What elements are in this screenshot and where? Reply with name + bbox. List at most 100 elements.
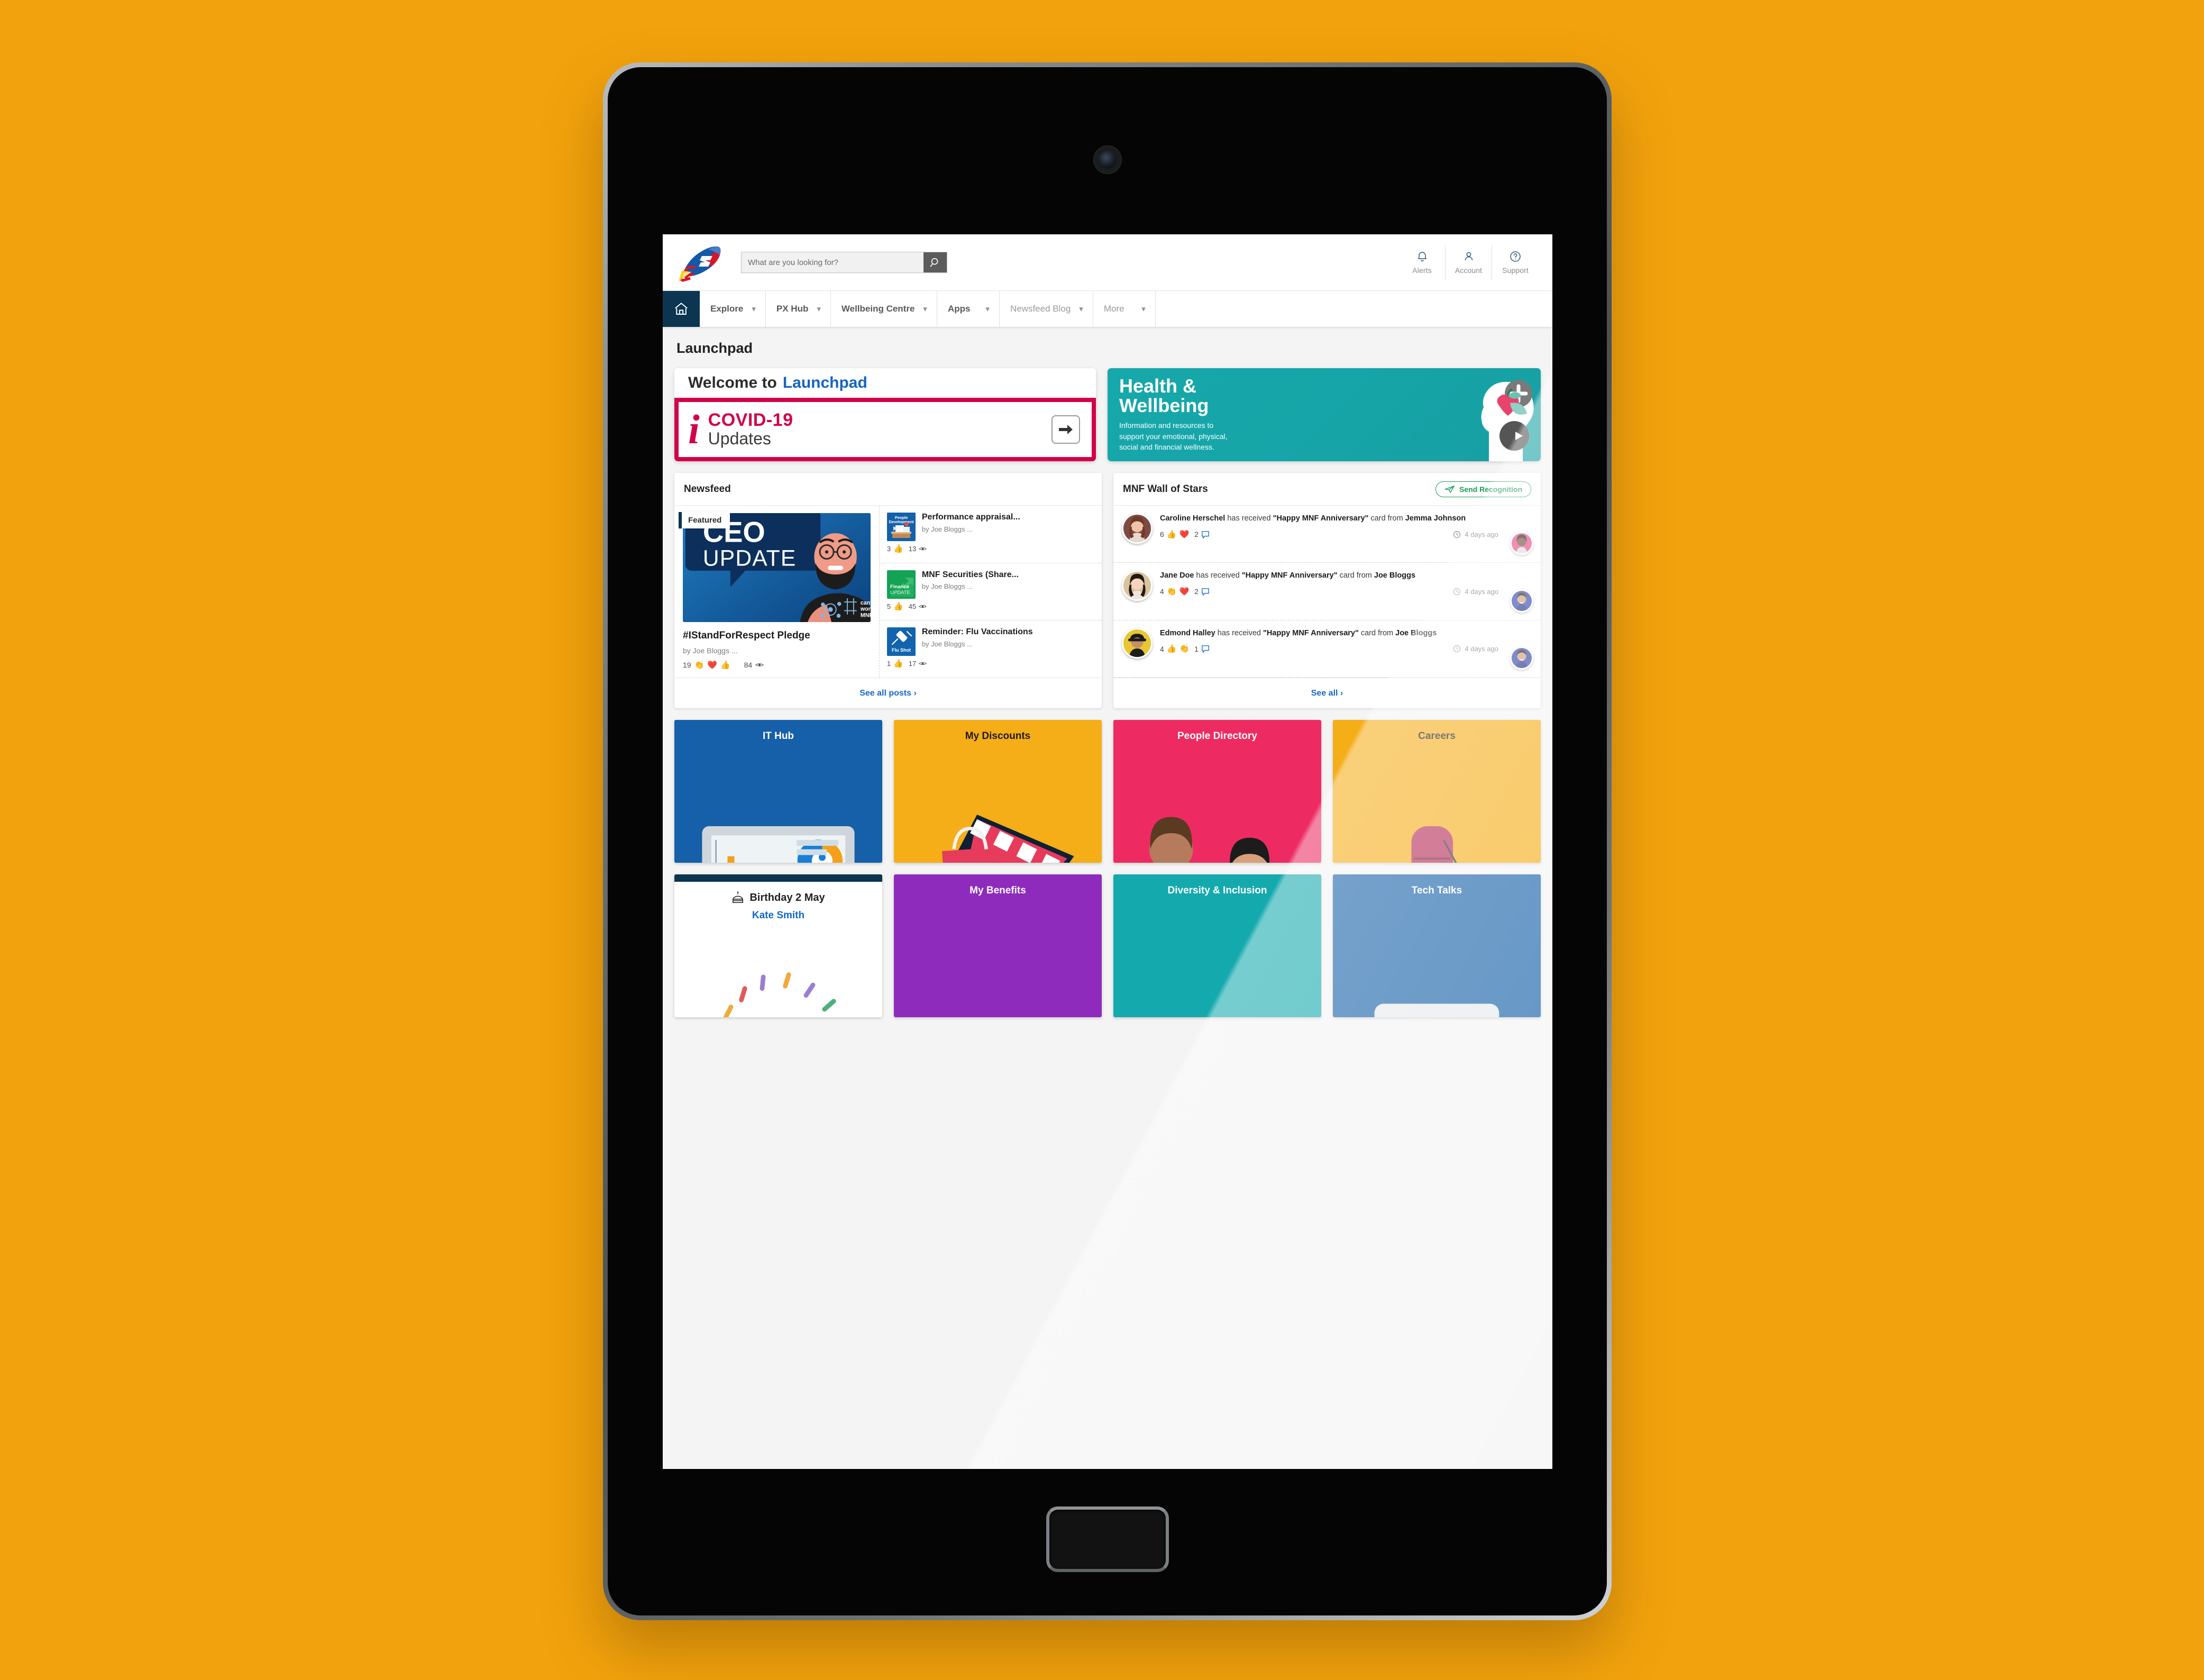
- avatar-sender: [1510, 646, 1533, 670]
- list-item-title: MNF Securities (Share...: [921, 570, 1019, 579]
- nav-item-explore[interactable]: Explore ▾: [700, 291, 766, 327]
- tile-people-directory[interactable]: People Directory: [1113, 720, 1321, 863]
- tile-careers[interactable]: Careers: [1333, 720, 1541, 863]
- wall-of-stars-row[interactable]: Edmond Halley has received "Happy MNF An…: [1113, 620, 1541, 678]
- nav-item-wellbeing-centre[interactable]: Wellbeing Centre ▾: [831, 291, 937, 327]
- wall-of-stars-row[interactable]: Jane Doe has received "Happy MNF Anniver…: [1113, 563, 1541, 620]
- tile-diversity-inclusion[interactable]: Diversity & Inclusion: [1113, 874, 1321, 1018]
- nav-item-label: More: [1103, 304, 1124, 314]
- featured-badge: Featured: [679, 512, 730, 528]
- search-button[interactable]: [923, 252, 947, 272]
- list-item-author: by Joe Bloggs ...: [921, 582, 973, 591]
- search-input[interactable]: [742, 252, 923, 272]
- wall-of-stars-header: MNF Wall of Stars Send Recognition: [1113, 473, 1541, 506]
- nav-home-button[interactable]: [663, 291, 700, 327]
- page-content: Launchpad Welcome to Launchpad i COVID-1…: [663, 327, 1552, 1018]
- tile-label: My Benefits: [970, 885, 1026, 897]
- list-item-author: by Joe Bloggs ...: [921, 525, 973, 533]
- eye-icon: [755, 663, 764, 666]
- comment-bubble-icon: [1202, 531, 1209, 538]
- covid-subtitle: Updates: [708, 429, 771, 449]
- covid-arrow-button[interactable]: [1051, 415, 1080, 444]
- comment-bubble-icon: [1202, 645, 1209, 653]
- chevron-down-icon: ▾: [923, 305, 927, 314]
- wall-of-stars-title: MNF Wall of Stars: [1123, 483, 1208, 495]
- list-item-meta: 1 👍 17: [887, 660, 1094, 668]
- search-bar[interactable]: [741, 252, 947, 273]
- sender-name: Joe Bloggs: [1395, 628, 1437, 637]
- nav-item-more[interactable]: More ▾: [1093, 291, 1156, 327]
- nav-item-apps[interactable]: Apps ▾: [937, 291, 1000, 327]
- info-italic-i-icon: i: [688, 406, 700, 452]
- welcome-strip: Welcome to Launchpad: [674, 368, 1096, 398]
- header-action-account[interactable]: Account: [1446, 245, 1492, 280]
- tablet-home-button[interactable]: [1046, 1506, 1169, 1572]
- featured-post-author: by Joe Bloggs ...: [683, 646, 738, 655]
- nav-item-newsfeed-blog[interactable]: Newsfeed Blog ▾: [1000, 291, 1093, 327]
- timestamp-label: 4 days ago: [1465, 645, 1498, 653]
- wall-of-stars-row-meta: 4 👏 ❤️ 2 4 days ago: [1160, 587, 1532, 596]
- tile-label: People Directory: [1177, 731, 1257, 742]
- tile-label: Careers: [1418, 731, 1456, 742]
- heart-emoji-icon: ❤️: [1179, 587, 1190, 596]
- newsfeed-see-all-link[interactable]: See all posts ›: [674, 678, 1102, 708]
- send-recognition-button[interactable]: Send Recognition: [1435, 481, 1531, 497]
- svg-text:UPDATE: UPDATE: [890, 590, 910, 596]
- wall-of-stars-panel: MNF Wall of Stars Send Recognition Carol…: [1113, 473, 1541, 709]
- ceo-update-image: CEO UPDATE can wo MN: [683, 513, 871, 622]
- wall-of-stars-row-meta: 6 👍 ❤️ 2 4 days ago: [1160, 530, 1532, 538]
- tail-text: card from: [1337, 571, 1374, 580]
- reaction-count: 19: [683, 661, 691, 670]
- tile-my-benefits[interactable]: My Benefits: [894, 874, 1102, 1018]
- health-body-text: Information and resources to support you…: [1119, 421, 1228, 452]
- list-item-author: by Joe Bloggs ...: [921, 640, 973, 649]
- view-count: 13: [908, 545, 917, 553]
- nav-item-px-hub[interactable]: PX Hub ▾: [766, 291, 831, 327]
- app-tiles-row-2: Birthday 2 May Kate Smith My Benefits Di…: [674, 874, 1541, 1018]
- health-title-line2: Wellbeing: [1119, 394, 1209, 416]
- hero-card-covid[interactable]: Welcome to Launchpad i COVID-19 Updates: [674, 368, 1096, 461]
- list-item-meta: 5 👍 45: [887, 602, 1094, 610]
- reaction-count: 6: [1160, 530, 1164, 538]
- heart-emoji-icon: ❤️: [1179, 529, 1190, 539]
- tile-my-discounts[interactable]: My Discounts BUY: [894, 720, 1102, 863]
- thumbsup-emoji-icon: 👍: [720, 660, 730, 670]
- newsfeed-featured-post[interactable]: Featured CEO UPDATE can wo MN #IStandFor…: [674, 506, 880, 678]
- newsfeed-list-item[interactable]: Finance UPDATE MNF Securities (Share... …: [879, 563, 1102, 621]
- card-name: "Happy MNF Anniversary": [1273, 514, 1369, 523]
- comment-count: 2: [1194, 587, 1199, 596]
- svg-text:Finance: Finance: [890, 584, 909, 590]
- tile-birthday[interactable]: Birthday 2 May Kate Smith: [674, 874, 882, 1018]
- wall-of-stars-see-all-link[interactable]: See all ›: [1113, 678, 1541, 708]
- head-apple-leaf-art: [1481, 380, 1534, 461]
- newsfeed-list-item[interactable]: Flu Shot Reminder: Flu Vaccinations by J…: [880, 620, 1102, 678]
- card-name: "Happy MNF Anniversary": [1241, 571, 1338, 580]
- nav-item-label: PX Hub: [776, 304, 809, 314]
- hero-card-health-wellbeing[interactable]: Health & Wellbeing Information and resou…: [1108, 368, 1541, 461]
- newsfeed-side-list: People Development Performance appraisal…: [879, 506, 1102, 678]
- nav-item-label: Explore: [710, 304, 744, 314]
- newsfeed-list-item[interactable]: People Development Performance appraisal…: [879, 506, 1102, 563]
- tile-tech-talks[interactable]: Tech Talks: [1333, 874, 1541, 1018]
- thumbsup-emoji-icon: 👍: [1166, 644, 1177, 654]
- tile-it-hub[interactable]: IT Hub: [674, 720, 882, 863]
- rocket-logo[interactable]: [675, 242, 726, 282]
- welcome-text: Welcome to: [688, 374, 777, 391]
- svg-text:UPDATE: UPDATE: [703, 545, 797, 571]
- list-item-meta: 3 👍 13: [887, 545, 1094, 553]
- health-title-line1: Health &: [1119, 375, 1197, 397]
- clap-emoji-icon: 👏: [1179, 644, 1190, 654]
- wall-of-stars-row[interactable]: Caroline Herschel has received "Happy MN…: [1113, 506, 1541, 563]
- covid-banner[interactable]: i COVID-19 Updates: [674, 398, 1096, 461]
- home-icon: [675, 303, 688, 315]
- featured-post-meta: 19 👏 ❤️ 👍 84: [683, 661, 871, 669]
- header-action-alerts[interactable]: Alerts: [1399, 245, 1446, 280]
- bell-icon: [1417, 252, 1426, 262]
- header-action-support[interactable]: Support: [1492, 245, 1539, 280]
- clap-emoji-icon: 👏: [694, 660, 705, 670]
- avatar-sender: [1510, 589, 1533, 613]
- tablet-body: Alerts Account Suppo: [608, 67, 1607, 1615]
- newsfeed-title: Newsfeed: [684, 483, 731, 495]
- header-action-label: Support: [1502, 266, 1529, 275]
- clock-icon: [1453, 588, 1461, 595]
